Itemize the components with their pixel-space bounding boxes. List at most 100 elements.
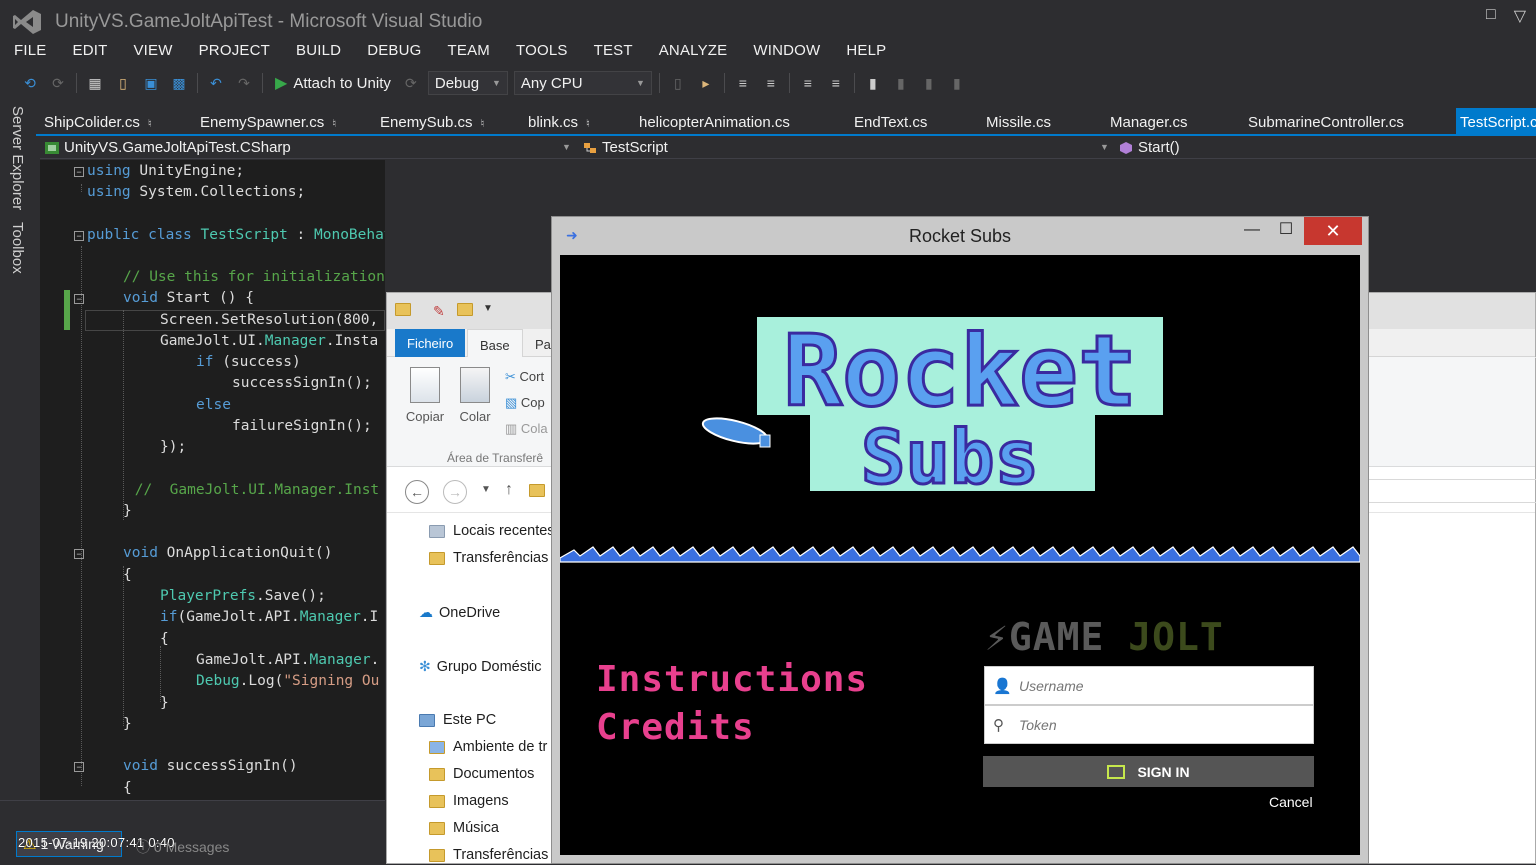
menu-team[interactable]: TEAM xyxy=(434,42,502,62)
maximize-icon[interactable]: ☐ xyxy=(1268,217,1304,243)
sign-in-button[interactable]: SIGN IN xyxy=(983,756,1314,787)
properties-icon[interactable]: ✎ xyxy=(433,303,445,320)
undo-icon[interactable]: ↶ xyxy=(205,72,227,94)
nav-documents[interactable]: Documentos xyxy=(429,766,534,782)
tab-manager[interactable]: Manager.cs xyxy=(1110,114,1188,131)
menu-help[interactable]: HELP xyxy=(832,42,898,62)
menu-debug[interactable]: DEBUG xyxy=(353,42,433,62)
paste-shortcut-button[interactable]: ▥ Cola xyxy=(505,421,548,437)
class-dropdown[interactable]: TestScript xyxy=(582,139,668,156)
chevron-down-icon[interactable]: ▼ xyxy=(481,484,491,495)
forward-icon[interactable]: ⟳ xyxy=(47,72,69,94)
member-dropdown[interactable]: Start() xyxy=(1118,139,1180,156)
nav-music[interactable]: Música xyxy=(429,820,499,836)
menu-test[interactable]: TEST xyxy=(580,42,645,62)
new-project-icon[interactable]: ▦ xyxy=(84,72,106,94)
chevron-down-icon[interactable]: ▼ xyxy=(562,142,571,152)
collapse-icon[interactable]: − xyxy=(74,231,84,241)
nav-downloads-pc[interactable]: Transferências xyxy=(429,847,548,863)
nav-this-pc[interactable]: Este PC xyxy=(419,712,496,728)
nav-recent-places[interactable]: Locais recentes xyxy=(429,523,555,539)
search-box[interactable] xyxy=(1367,479,1536,503)
tab-file[interactable]: Ficheiro xyxy=(395,329,465,357)
device-icon[interactable]: ▯ xyxy=(667,72,689,94)
save-all-icon[interactable]: ▩ xyxy=(168,72,190,94)
chevron-down-icon[interactable]: ▼ xyxy=(483,303,493,314)
new-folder-icon[interactable] xyxy=(457,303,473,316)
cancel-button[interactable]: Cancel xyxy=(1269,794,1313,810)
menu-project[interactable]: PROJECT xyxy=(185,42,282,62)
close-icon[interactable]: ✕ xyxy=(1304,217,1362,245)
tab-enemysub[interactable]: EnemySub.cs ♮ xyxy=(380,114,484,131)
username-field[interactable]: 👤 xyxy=(984,666,1314,705)
open-file-icon[interactable]: ▯ xyxy=(112,72,134,94)
collapse-icon[interactable]: − xyxy=(74,294,84,304)
find-in-files-icon[interactable]: ▸ xyxy=(695,72,717,94)
tab-testscript[interactable]: TestScript.cs xyxy=(1456,108,1536,134)
tab-home[interactable]: Base xyxy=(467,329,523,358)
indent-icon[interactable]: ≡ xyxy=(732,72,754,94)
next-bookmark-icon[interactable]: ▮ xyxy=(918,72,940,94)
project-dropdown[interactable]: UnityVS.GameJoltApiTest.CSharp xyxy=(44,139,291,156)
outdent-icon[interactable]: ≡ xyxy=(760,72,782,94)
comment-icon[interactable]: ≡ xyxy=(797,72,819,94)
game-canvas[interactable]: Rocket Subs Instructions Credits ⚡GAME J… xyxy=(560,255,1360,855)
collapse-icon[interactable]: − xyxy=(74,549,84,559)
feedback-icon[interactable]: □ xyxy=(1486,6,1496,26)
credits-menu-item[interactable]: Credits xyxy=(596,707,755,748)
tab-endtext[interactable]: EndText.cs xyxy=(854,114,927,131)
nav-desktop[interactable]: Ambiente de tr xyxy=(429,739,547,755)
tab-submarinecontroller[interactable]: SubmarineController.cs xyxy=(1248,114,1404,131)
filter-icon[interactable]: ▽ xyxy=(1514,6,1526,26)
pin-icon[interactable]: ♮ xyxy=(586,118,590,130)
bookmark-icon[interactable]: ▮ xyxy=(862,72,884,94)
toolbox-tab[interactable]: Toolbox xyxy=(9,222,26,274)
nav-pictures[interactable]: Imagens xyxy=(429,793,509,809)
nav-downloads[interactable]: Transferências xyxy=(429,550,548,566)
up-arrow-icon[interactable]: ↑ xyxy=(505,481,513,499)
forward-icon[interactable]: → xyxy=(443,480,467,504)
code-editor[interactable]: − − − − − using UnityEngine; using Syste… xyxy=(40,160,385,800)
tab-helicopteranimation[interactable]: helicopterAnimation.cs xyxy=(639,114,790,131)
menu-file[interactable]: FILE xyxy=(0,42,58,62)
start-debug-icon[interactable]: ▶ xyxy=(275,73,287,93)
cut-button[interactable]: ✂ Cort xyxy=(505,369,544,385)
attach-to-unity-button[interactable]: Attach to Unity xyxy=(293,75,391,92)
tab-enemyspawner[interactable]: EnemySpawner.cs ♮ xyxy=(200,114,336,131)
menu-tools[interactable]: TOOLS xyxy=(502,42,580,62)
tab-missile[interactable]: Missile.cs xyxy=(986,114,1051,131)
tab-shipcolider[interactable]: ShipColider.cs ♮ xyxy=(44,114,152,131)
copy-button[interactable]: Copiar xyxy=(401,367,449,424)
clear-bookmarks-icon[interactable]: ▮ xyxy=(946,72,968,94)
save-icon[interactable]: ▣ xyxy=(140,72,162,94)
pin-icon[interactable]: ♮ xyxy=(148,118,152,130)
paste-button[interactable]: Colar xyxy=(453,367,497,424)
uncomment-icon[interactable]: ≡ xyxy=(825,72,847,94)
prev-bookmark-icon[interactable]: ▮ xyxy=(890,72,912,94)
pin-icon[interactable]: ♮ xyxy=(481,118,485,130)
minimize-icon[interactable]: — xyxy=(1232,217,1272,243)
nav-homegroup[interactable]: ✻ Grupo Doméstic xyxy=(419,658,542,675)
redo-icon[interactable]: ↷ xyxy=(233,72,255,94)
token-field[interactable]: ⚲ xyxy=(984,705,1314,744)
menu-build[interactable]: BUILD xyxy=(282,42,353,62)
tab-blink[interactable]: blink.cs ♮ xyxy=(528,114,590,131)
instructions-menu-item[interactable]: Instructions xyxy=(596,659,868,700)
platform-select[interactable]: Any CPU ▼ xyxy=(513,71,652,95)
server-explorer-tab[interactable]: Server Explorer xyxy=(9,106,26,210)
menu-edit[interactable]: EDIT xyxy=(58,42,119,62)
username-input[interactable] xyxy=(1019,677,1299,694)
back-icon[interactable]: ⟲ xyxy=(19,72,41,94)
collapse-icon[interactable]: − xyxy=(74,762,84,772)
menu-view[interactable]: VIEW xyxy=(119,42,184,62)
messages-filter-button[interactable]: ⓘ 0 Messages xyxy=(136,837,229,857)
collapse-icon[interactable]: − xyxy=(74,167,84,177)
pin-icon[interactable]: ♮ xyxy=(332,118,336,130)
nav-onedrive[interactable]: ☁ OneDrive xyxy=(419,604,500,621)
back-icon[interactable]: ← xyxy=(405,480,429,504)
chevron-down-icon[interactable]: ▼ xyxy=(1100,142,1109,152)
token-input[interactable] xyxy=(1019,716,1299,733)
configuration-select[interactable]: Debug ▼ xyxy=(427,71,508,95)
menu-analyze[interactable]: ANALYZE xyxy=(645,42,740,62)
copy-path-button[interactable]: ▧ Cop xyxy=(505,395,545,411)
